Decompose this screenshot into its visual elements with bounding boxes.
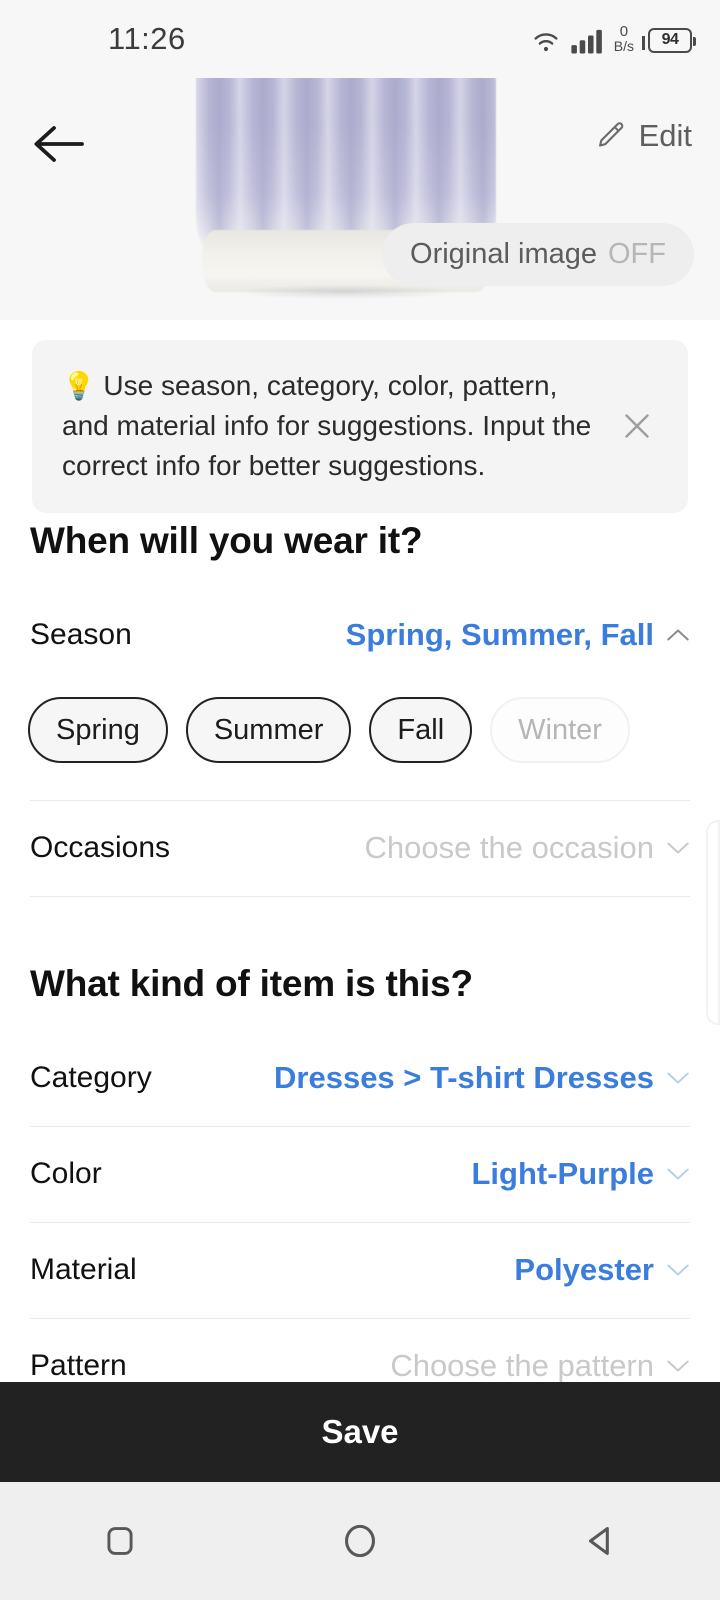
season-chip-fall[interactable]: Fall (369, 697, 473, 763)
color-value: Light-Purple (471, 1156, 654, 1191)
triangle-back-icon (588, 1527, 609, 1555)
chevron-down-icon (667, 1264, 689, 1276)
back-arrow-icon (34, 126, 84, 162)
edit-label: Edit (638, 118, 692, 153)
edit-button[interactable]: Edit (593, 118, 692, 154)
row-color[interactable]: Color Light-Purple (30, 1126, 690, 1222)
close-icon (625, 413, 649, 438)
row-value-pattern[interactable]: Choose the pattern (390, 1348, 690, 1384)
row-occasions[interactable]: Occasions Choose the occasion (30, 800, 690, 896)
row-label-category: Category (30, 1061, 152, 1094)
row-value-material[interactable]: Polyester (514, 1252, 690, 1288)
material-value: Polyester (514, 1252, 654, 1287)
chip-label: Winter (518, 713, 602, 746)
nav-recents-button[interactable] (60, 1482, 180, 1600)
chevron-down-icon (667, 1168, 689, 1180)
tip-message: Use season, category, color, pattern, an… (62, 370, 592, 481)
original-image-label: Original image (410, 238, 597, 270)
status-bar-icons: 0 B/s 94 (529, 24, 696, 55)
tip-banner: 💡 Use season, category, color, pattern, … (32, 340, 688, 514)
row-label-material: Material (30, 1253, 137, 1286)
original-image-state: OFF (608, 238, 666, 270)
season-chip-group: Spring Summer Fall Winter (28, 697, 630, 763)
save-button-label: Save (321, 1413, 399, 1450)
pencil-icon (598, 122, 623, 147)
status-bar: 11:26 0 B/s 94 (0, 0, 720, 78)
row-value-occasions[interactable]: Choose the occasion (364, 830, 690, 866)
status-bar-clock: 11:26 (108, 21, 186, 56)
row-material[interactable]: Material Polyester (30, 1222, 690, 1318)
section-title-item-kind: What kind of item is this? (30, 963, 473, 1004)
occasions-value: Choose the occasion (364, 830, 654, 865)
season-chip-summer[interactable]: Summer (185, 697, 352, 763)
row-value-category[interactable]: Dresses > T-shirt Dresses (274, 1060, 690, 1096)
item-image-header: Edit Original image OFF (0, 78, 720, 320)
tip-close-button[interactable] (610, 399, 664, 453)
row-value-color[interactable]: Light-Purple (471, 1156, 690, 1192)
row-season[interactable]: Season Spring, Summer, Fall (30, 587, 690, 683)
row-label-color: Color (30, 1157, 102, 1190)
chevron-down-icon (667, 842, 689, 854)
row-value-season[interactable]: Spring, Summer, Fall (346, 617, 690, 653)
season-chip-spring[interactable]: Spring (28, 697, 168, 763)
network-speed-value: 0 (619, 22, 629, 40)
row-category[interactable]: Category Dresses > T-shirt Dresses (30, 1030, 690, 1126)
battery-level-text: 94 (661, 31, 679, 48)
chip-label: Fall (397, 713, 445, 746)
category-value: Dresses > T-shirt Dresses (274, 1060, 654, 1095)
wifi-icon (534, 32, 558, 51)
nav-home-button[interactable] (300, 1482, 420, 1600)
divider (30, 896, 690, 897)
row-label-season: Season (30, 618, 132, 651)
lightbulb-icon: 💡 (62, 371, 96, 401)
back-button[interactable] (26, 116, 90, 172)
circle-home-icon (345, 1524, 375, 1558)
square-recents-icon (107, 1527, 133, 1555)
season-chip-winter[interactable]: Winter (490, 697, 630, 763)
save-button[interactable]: Save (0, 1382, 720, 1482)
row-label-occasions: Occasions (30, 831, 171, 864)
section-title-when-wear: When will you wear it? (30, 520, 423, 561)
original-image-toggle[interactable]: Original image OFF (382, 223, 694, 286)
android-navigation-bar (0, 1482, 720, 1600)
chevron-up-icon (667, 629, 689, 641)
scrollbar-thumb[interactable] (706, 820, 720, 1025)
chip-label: Summer (213, 713, 324, 746)
tip-text: 💡 Use season, category, color, pattern, … (62, 366, 596, 485)
chip-label: Spring (56, 713, 140, 746)
chevron-down-icon (667, 1072, 689, 1084)
row-label-pattern: Pattern (30, 1349, 127, 1382)
cellular-signal-icon (571, 29, 602, 53)
app-screen: 11:26 0 B/s 94 Edit Original image OFF 💡… (0, 0, 720, 1600)
pattern-value: Choose the pattern (390, 1348, 654, 1383)
battery-icon: 94 (648, 27, 696, 53)
season-value: Spring, Summer, Fall (345, 617, 654, 652)
network-speed-unit: B/s (613, 37, 634, 54)
nav-back-button[interactable] (540, 1482, 660, 1600)
chevron-down-icon (667, 1360, 689, 1372)
network-speed-indicator: 0 B/s (614, 24, 634, 53)
battery-charging-tick (642, 35, 645, 50)
